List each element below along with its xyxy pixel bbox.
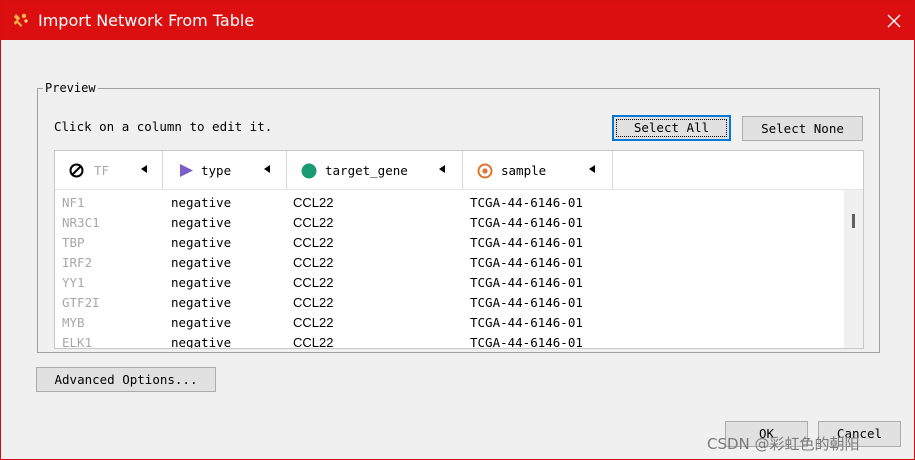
cell-type: negative — [171, 195, 232, 210]
cell-target-gene: CCL22 — [293, 235, 334, 250]
cell-target-gene: CCL22 — [293, 295, 334, 310]
cell-type: negative — [171, 235, 232, 250]
table-row: YY1 negative CCL22 TCGA-44-6146-01 — [55, 275, 845, 295]
column-menu-icon[interactable] — [141, 165, 147, 173]
cell-sample: TCGA-44-6146-01 — [470, 335, 583, 349]
cell-target-gene: CCL22 — [293, 195, 334, 210]
cell-sample: TCGA-44-6146-01 — [470, 255, 583, 270]
table-row: MYB negative CCL22 TCGA-44-6146-01 — [55, 315, 845, 335]
edge-attribute-icon — [180, 164, 193, 177]
preview-table: TF type target_gene sample NF1 negative … — [54, 150, 864, 349]
cell-tf: MYB — [62, 315, 85, 330]
column-menu-icon[interactable] — [439, 165, 445, 173]
select-none-button[interactable]: Select None — [742, 116, 863, 141]
cell-type: negative — [171, 255, 232, 270]
cell-tf: GTF2I — [62, 295, 100, 310]
column-header-target-gene[interactable]: target_gene — [287, 151, 463, 189]
cell-tf: TBP — [62, 235, 85, 250]
source-node-icon — [477, 163, 493, 179]
column-menu-icon[interactable] — [589, 165, 595, 173]
title-bar[interactable]: Import Network From Table — [1, 1, 914, 40]
cell-type: negative — [171, 295, 232, 310]
column-label-target-gene: target_gene — [325, 163, 408, 178]
scrollbar-thumb[interactable] — [852, 214, 855, 228]
cell-tf: YY1 — [62, 275, 85, 290]
column-header-tf[interactable]: TF — [55, 151, 163, 189]
cell-tf: ELK1 — [62, 335, 93, 349]
cell-tf: NR3C1 — [62, 215, 100, 230]
app-icon — [14, 13, 28, 27]
cell-sample: TCGA-44-6146-01 — [470, 275, 583, 290]
column-label-type: type — [201, 163, 232, 178]
advanced-options-label: Advanced Options... — [54, 372, 198, 387]
cell-target-gene: CCL22 — [293, 255, 334, 270]
close-button[interactable] — [877, 5, 911, 37]
select-all-label: Select All — [633, 120, 710, 135]
table-row: TBP negative CCL22 TCGA-44-6146-01 — [55, 235, 845, 255]
header-divider — [55, 189, 863, 190]
cell-target-gene: CCL22 — [293, 315, 334, 330]
table-row: ELK1 negative CCL22 TCGA-44-6146-01 — [55, 335, 845, 349]
window-title: Import Network From Table — [38, 11, 255, 30]
table-row: NF1 negative CCL22 TCGA-44-6146-01 — [55, 195, 845, 215]
watermark: CSDN @彩虹色的朝阳 — [707, 435, 860, 453]
cell-tf: NF1 — [62, 195, 85, 210]
column-header-sample[interactable]: sample — [463, 151, 613, 189]
cell-type: negative — [171, 275, 232, 290]
not-imported-icon — [69, 163, 84, 178]
table-row: GTF2I negative CCL22 TCGA-44-6146-01 — [55, 295, 845, 315]
preview-hint: Click on a column to edit it. — [54, 119, 273, 134]
column-menu-icon[interactable] — [264, 165, 270, 173]
column-label-sample: sample — [501, 163, 547, 178]
cell-sample: TCGA-44-6146-01 — [470, 315, 583, 330]
cell-sample: TCGA-44-6146-01 — [470, 235, 583, 250]
select-all-button[interactable]: Select All — [612, 115, 731, 141]
cell-sample: TCGA-44-6146-01 — [470, 295, 583, 310]
column-header-type[interactable]: type — [163, 151, 287, 189]
import-network-dialog: Import Network From Table Preview Click … — [0, 0, 915, 460]
cell-target-gene: CCL22 — [293, 335, 334, 349]
table-row: IRF2 negative CCL22 TCGA-44-6146-01 — [55, 255, 845, 275]
cell-target-gene: CCL22 — [293, 275, 334, 290]
advanced-options-button[interactable]: Advanced Options... — [36, 367, 216, 392]
select-none-label: Select None — [761, 121, 844, 136]
cell-tf: IRF2 — [62, 255, 93, 270]
preview-legend: Preview — [43, 81, 98, 95]
cell-sample: TCGA-44-6146-01 — [470, 195, 583, 210]
vertical-scrollbar[interactable] — [844, 190, 863, 348]
close-icon — [887, 14, 901, 28]
cell-sample: TCGA-44-6146-01 — [470, 215, 583, 230]
table-row: NR3C1 negative CCL22 TCGA-44-6146-01 — [55, 215, 845, 235]
cell-type: negative — [171, 215, 232, 230]
cell-type: negative — [171, 315, 232, 330]
cell-target-gene: CCL22 — [293, 215, 334, 230]
target-node-icon — [301, 163, 317, 179]
cell-type: negative — [171, 335, 232, 349]
column-label-tf: TF — [94, 163, 110, 178]
